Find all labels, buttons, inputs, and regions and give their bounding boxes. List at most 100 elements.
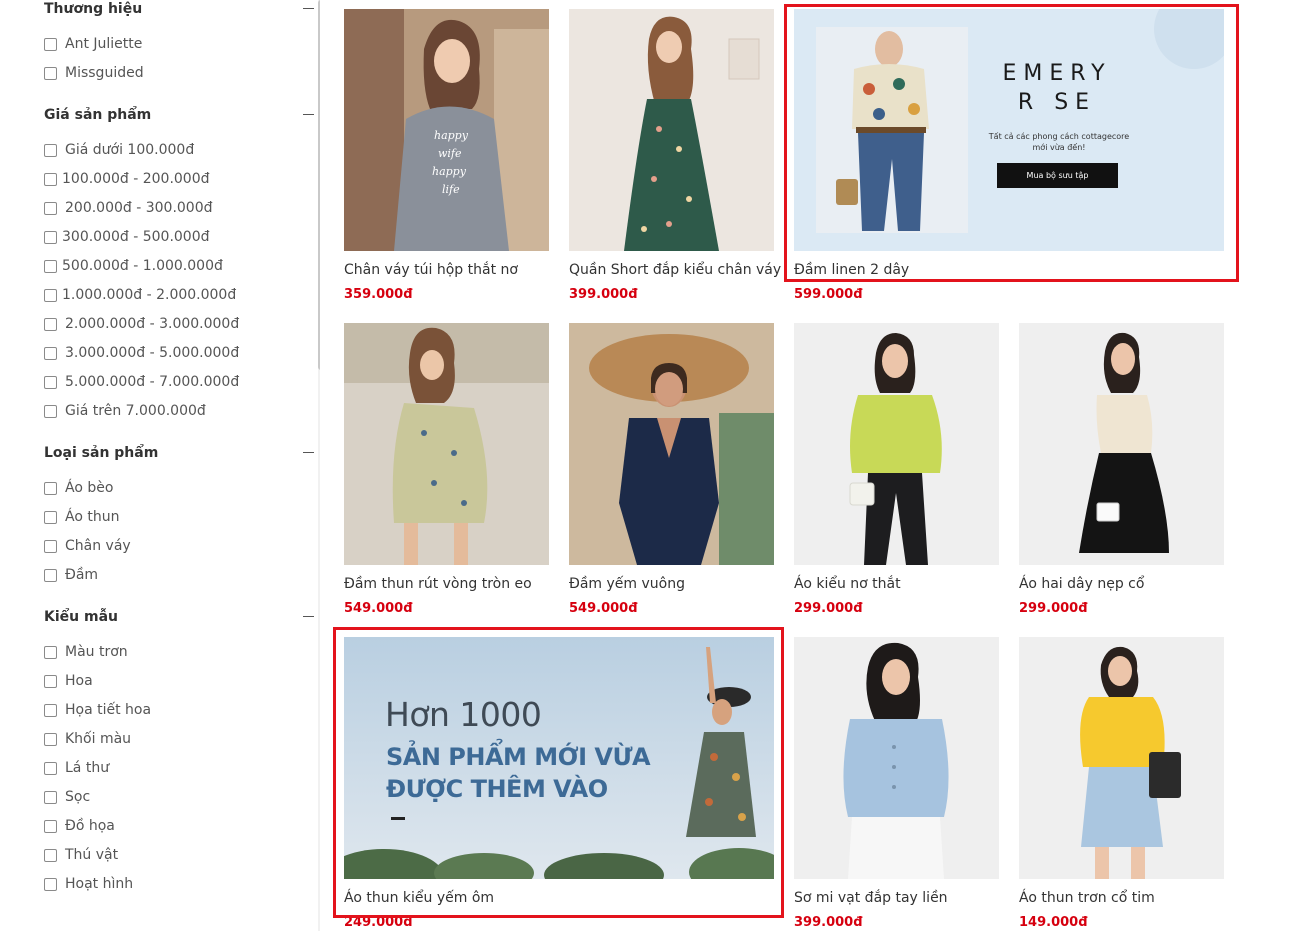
filter-heading: Loại sản phẩm [44, 445, 159, 461]
checkbox[interactable] [44, 674, 57, 688]
checkbox[interactable] [44, 645, 57, 659]
checkbox[interactable] [44, 761, 57, 775]
checkbox[interactable] [44, 37, 57, 51]
checkbox[interactable] [44, 877, 57, 891]
product-name[interactable]: Quần Short đắp kiểu chân váy [569, 260, 799, 280]
filter-option-label: Đầm [65, 567, 99, 583]
filter-option[interactable]: Ant Juliette [44, 34, 142, 54]
filter-option-label: Hoạt hình [65, 876, 134, 892]
filter-option[interactable]: Họa tiết hoa [44, 700, 151, 720]
filter-option-label: Lá thư [65, 760, 110, 776]
product-name[interactable]: Áo thun trơn cổ tim [1019, 888, 1249, 908]
checkbox[interactable] [44, 790, 57, 804]
checkbox[interactable] [44, 510, 57, 524]
filter-option[interactable]: Giá trên 7.000.000đ [44, 401, 206, 421]
filter-option-label: Màu trơn [65, 644, 128, 660]
checkbox[interactable] [44, 230, 57, 244]
filter-option-label: 500.000đ - 1.000.000đ [62, 258, 223, 274]
checkbox[interactable] [44, 375, 57, 389]
filter-heading: Thương hiệu [44, 1, 143, 17]
filter-option[interactable]: Hoa [44, 671, 93, 691]
filter-option-label: 3.000.000đ - 5.000.000đ [65, 345, 240, 361]
product-image[interactable] [1019, 637, 1224, 879]
product-name[interactable]: Đầm yếm vuông [569, 574, 799, 594]
filter-option[interactable]: Hoạt hình [44, 874, 133, 894]
filter-option-label: Giá dưới 100.000đ [65, 142, 195, 158]
filter-option[interactable]: Áo bèo [44, 478, 113, 498]
filter-option-label: 300.000đ - 500.000đ [62, 229, 210, 245]
checkbox[interactable] [44, 346, 57, 360]
product-price: 359.000đ [344, 287, 413, 302]
filter-option[interactable]: Đầm [44, 565, 98, 585]
filter-option[interactable]: Màu trơn [44, 642, 128, 662]
checkbox[interactable] [44, 201, 57, 215]
checkbox[interactable] [44, 143, 57, 157]
filter-option[interactable]: 1.000.000đ - 2.000.000đ [44, 285, 236, 305]
checkbox[interactable] [44, 288, 57, 302]
product-image[interactable] [344, 323, 549, 565]
checkbox[interactable] [44, 703, 57, 717]
filter-option[interactable]: Thú vật [44, 845, 118, 865]
checkbox[interactable] [44, 404, 57, 418]
filter-option[interactable]: Giá dưới 100.000đ [44, 140, 194, 160]
filter-option-label: 100.000đ - 200.000đ [62, 171, 210, 187]
filter-option[interactable]: 200.000đ - 300.000đ [44, 198, 213, 218]
filter-option-label: Thú vật [65, 847, 119, 863]
product-image[interactable] [794, 323, 999, 565]
product-name[interactable]: Đầm thun rút vòng tròn eo [344, 574, 574, 594]
product-image[interactable] [1019, 323, 1224, 565]
filter-heading: Giá sản phẩm [44, 107, 152, 123]
checkbox[interactable] [44, 819, 57, 833]
svg-text:life: life [442, 183, 460, 196]
filter-option-label: 5.000.000đ - 7.000.000đ [65, 374, 240, 390]
product-name[interactable]: Chân váy túi hộp thắt nơ [344, 260, 574, 280]
filter-sidebar: Thương hiệu Ant Juliette Missguided Giá … [0, 0, 320, 931]
filter-option[interactable]: 5.000.000đ - 7.000.000đ [44, 372, 239, 392]
filter-heading: Kiểu mẫu [44, 609, 118, 625]
filter-option[interactable]: 2.000.000đ - 3.000.000đ [44, 314, 239, 334]
product-image[interactable] [569, 9, 774, 251]
filter-option-label: 1.000.000đ - 2.000.000đ [62, 287, 237, 303]
collapse-minus-icon[interactable] [303, 616, 314, 617]
highlight-box [333, 627, 784, 918]
svg-text:wife: wife [438, 147, 462, 160]
filter-option-label: Missguided [65, 65, 144, 81]
filter-option-label: Khối màu [65, 731, 132, 747]
checkbox[interactable] [44, 172, 57, 186]
product-price: 549.000đ [344, 601, 413, 616]
filter-option[interactable]: 3.000.000đ - 5.000.000đ [44, 343, 239, 363]
product-image[interactable] [794, 637, 999, 879]
checkbox[interactable] [44, 259, 57, 273]
checkbox[interactable] [44, 317, 57, 331]
filter-option[interactable]: Khối màu [44, 729, 131, 749]
checkbox[interactable] [44, 481, 57, 495]
filter-option[interactable]: 500.000đ - 1.000.000đ [44, 256, 223, 276]
filter-option[interactable]: Chân váy [44, 536, 131, 556]
product-price: 549.000đ [569, 601, 638, 616]
checkbox[interactable] [44, 848, 57, 862]
product-image[interactable]: happy wife happy life [344, 9, 549, 251]
product-name[interactable]: Áo hai dây nẹp cổ [1019, 574, 1249, 594]
filter-option[interactable]: Đồ họa [44, 816, 115, 836]
product-name[interactable]: Sơ mi vạt đắp tay liền [794, 888, 1024, 908]
filter-option[interactable]: 300.000đ - 500.000đ [44, 227, 210, 247]
scrollbar-thumb[interactable] [318, 0, 320, 370]
product-price: 299.000đ [794, 601, 863, 616]
filter-option[interactable]: Lá thư [44, 758, 109, 778]
collapse-minus-icon[interactable] [303, 8, 314, 9]
filter-option[interactable]: Sọc [44, 787, 90, 807]
collapse-minus-icon[interactable] [303, 452, 314, 453]
filter-option[interactable]: 100.000đ - 200.000đ [44, 169, 210, 189]
product-image[interactable] [569, 323, 774, 565]
checkbox[interactable] [44, 568, 57, 582]
filter-option-label: Áo bèo [65, 480, 114, 496]
filter-option[interactable]: Áo thun [44, 507, 119, 527]
product-name[interactable]: Áo kiểu nơ thắt [794, 574, 1024, 594]
checkbox[interactable] [44, 66, 57, 80]
product-price: 399.000đ [794, 915, 863, 930]
checkbox[interactable] [44, 539, 57, 553]
collapse-minus-icon[interactable] [303, 114, 314, 115]
highlight-box [784, 4, 1239, 282]
filter-option[interactable]: Missguided [44, 63, 144, 83]
checkbox[interactable] [44, 732, 57, 746]
